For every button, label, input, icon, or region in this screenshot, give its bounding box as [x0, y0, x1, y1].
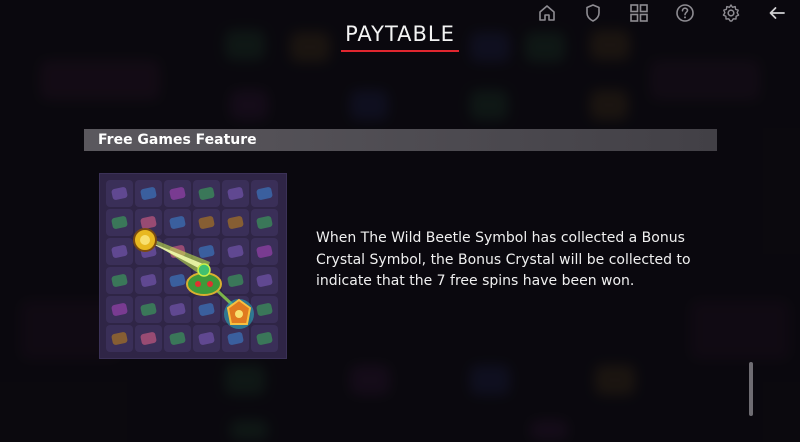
- section-header-bar: Free Games Feature: [84, 129, 717, 151]
- paytable-header: PAYTABLE: [0, 22, 800, 52]
- title-underline: [341, 50, 459, 52]
- beetle-beam-illustration: [133, 228, 254, 329]
- scrollbar-thumb[interactable]: [749, 362, 753, 416]
- free-games-feature-image: [99, 173, 287, 359]
- page-title: PAYTABLE: [345, 22, 455, 46]
- feature-description: When The Wild Beetle Symbol has collecte…: [316, 230, 691, 289]
- section-title: Free Games Feature: [98, 132, 257, 148]
